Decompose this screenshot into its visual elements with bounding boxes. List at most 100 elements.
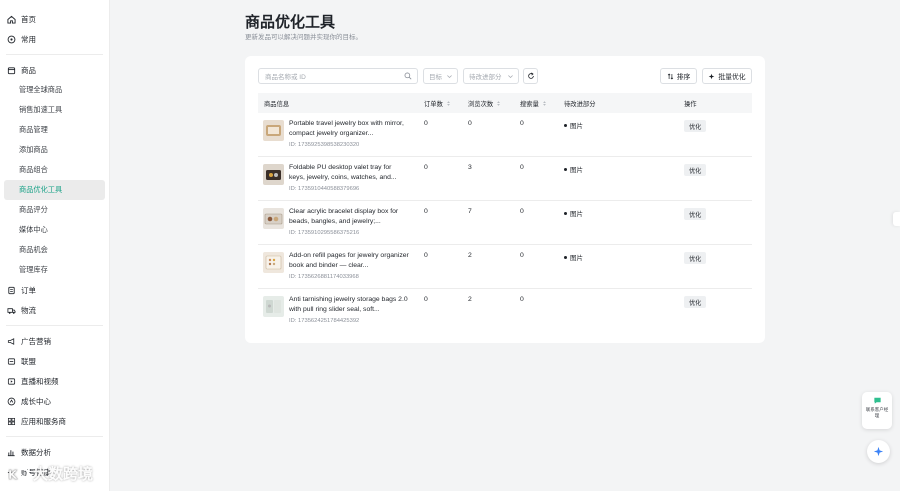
- orders-count: 0: [424, 120, 428, 127]
- column-label: 操作: [684, 100, 697, 108]
- bullet-icon: [564, 123, 567, 127]
- growth-icon: [7, 397, 16, 406]
- order-icon: [7, 286, 16, 295]
- megaphone-icon: [7, 337, 16, 346]
- pending-filter-dropdown[interactable]: 待改进部分: [463, 68, 519, 84]
- sidebar-subitem-product-bundles[interactable]: 商品组合: [0, 160, 109, 180]
- sidebar-subitem-sales-accelerator[interactable]: 销售加速工具: [0, 100, 109, 120]
- search-count: 0: [520, 120, 524, 127]
- product-id: ID: 1735624251784425392: [289, 318, 360, 324]
- sort-arrows-icon: [542, 100, 546, 106]
- truck-icon: [7, 306, 16, 315]
- sidebar-item-label: 应用和服务商: [21, 416, 66, 426]
- improve-item: 图片: [564, 120, 583, 130]
- optimize-button[interactable]: 优化: [684, 164, 707, 176]
- column-header-improve: 待改进部分: [564, 93, 595, 113]
- chart-icon: [7, 448, 16, 457]
- sidebar-item-label: 成长中心: [21, 396, 51, 406]
- product-name[interactable]: Foldable PU desktop valet tray for keys,…: [289, 163, 409, 182]
- column-header-search[interactable]: 搜索量: [520, 93, 547, 113]
- compass-icon: [7, 35, 16, 44]
- product-thumbnail[interactable]: [263, 164, 284, 185]
- sidebar-item-analytics[interactable]: 数据分析: [0, 442, 109, 462]
- sidebar-subitem-optimization-tool[interactable]: 商品优化工具: [4, 180, 105, 200]
- pending-filter-label: 待改进部分: [469, 74, 502, 81]
- product-icon: [7, 66, 16, 75]
- optimize-button[interactable]: 优化: [684, 296, 707, 308]
- table-row: Add-on refill pages for jewelry organize…: [258, 245, 752, 289]
- product-name[interactable]: Portable travel jewelry box with mirror,…: [289, 119, 409, 138]
- sidebar-subitem-media-center[interactable]: 媒体中心: [0, 220, 109, 240]
- product-id: ID: 1735910440588379696: [289, 186, 360, 192]
- sidebar-item-marketing[interactable]: 广告营销: [0, 331, 109, 351]
- product-id: ID: 1735925398538230320: [289, 142, 360, 148]
- improve-item: 图片: [564, 252, 583, 262]
- table-row: Anti tarnishing jewelry storage bags 2.0…: [258, 289, 752, 333]
- orders-count: 0: [424, 252, 428, 259]
- sidebar-subitem-product-rating[interactable]: 商品评分: [0, 200, 109, 220]
- search-placeholder: 商品名称或 ID: [265, 74, 306, 81]
- sidebar-subitem-manage-inventory[interactable]: 管理库存: [0, 260, 109, 280]
- search-count: 0: [520, 164, 524, 171]
- views-count: 7: [468, 208, 472, 215]
- goal-filter-label: 目标: [429, 74, 442, 81]
- bulk-optimize-button[interactable]: 批量优化: [702, 68, 752, 84]
- affiliate-icon: [7, 357, 16, 366]
- product-thumbnail[interactable]: [263, 120, 284, 141]
- column-header-orders[interactable]: 订单数: [424, 93, 451, 113]
- optimize-button[interactable]: 优化: [684, 252, 707, 264]
- sort-button[interactable]: 排序: [660, 68, 697, 84]
- search-count: 0: [520, 296, 524, 303]
- orders-count: 0: [424, 296, 428, 303]
- sidebar-subitem-product-management[interactable]: 商品管理: [0, 120, 109, 140]
- product-thumbnail[interactable]: [263, 208, 284, 229]
- sidebar-subitem-add-product[interactable]: 添加商品: [0, 140, 109, 160]
- sidebar-item-label: 直播和视频: [21, 376, 59, 386]
- ai-assistant-button[interactable]: [867, 440, 890, 463]
- home-icon: [7, 15, 16, 24]
- improve-item: 图片: [564, 164, 583, 174]
- optimize-button[interactable]: 优化: [684, 120, 707, 132]
- sidebar-item-logistics[interactable]: 物流: [0, 300, 109, 320]
- divider: [6, 325, 103, 326]
- product-name[interactable]: Clear acrylic bracelet display box for b…: [289, 207, 409, 226]
- sidebar-item-live-video[interactable]: 直播和视频: [0, 371, 109, 391]
- sidebar-item-products[interactable]: 商品: [0, 60, 109, 80]
- optimize-button[interactable]: 优化: [684, 208, 707, 220]
- side-panel-toggle[interactable]: [893, 212, 900, 226]
- sidebar-subitem-product-opportunities[interactable]: 商品机会: [0, 240, 109, 260]
- product-thumbnail[interactable]: [263, 296, 284, 317]
- sidebar-subitem-global-products[interactable]: 管理全球商品: [0, 80, 109, 100]
- apps-icon: [7, 417, 16, 426]
- product-name[interactable]: Anti tarnishing jewelry storage bags 2.0…: [289, 295, 409, 314]
- product-name[interactable]: Add-on refill pages for jewelry organize…: [289, 251, 409, 270]
- search-count: 0: [520, 208, 524, 215]
- sidebar-item-label: 商品: [21, 65, 36, 75]
- reset-filters-button[interactable]: [523, 68, 538, 84]
- product-id: ID: 1735626881174033968: [289, 274, 359, 280]
- goal-filter-dropdown[interactable]: 目标: [423, 68, 458, 84]
- column-header-views[interactable]: 浏览次数: [468, 93, 501, 113]
- sidebar-item-common[interactable]: 常用: [0, 29, 109, 49]
- search-input[interactable]: 商品名称或 ID: [258, 68, 418, 84]
- sort-arrows-icon: [497, 100, 501, 106]
- search-count: 0: [520, 252, 524, 259]
- watermark-logo-icon: K: [8, 467, 29, 482]
- column-label: 浏览次数: [468, 100, 494, 108]
- svg-text:K: K: [8, 468, 18, 482]
- contact-manager-label: 联系客户经理: [865, 407, 889, 418]
- sidebar-item-home[interactable]: 首页: [0, 9, 109, 29]
- sidebar-item-apps[interactable]: 应用和服务商: [0, 411, 109, 431]
- sidebar-item-affiliate[interactable]: 联盟: [0, 351, 109, 371]
- sidebar: 首页 常用 商品 管理全球商品 销售加速工具 商品管理 添加商品 商品组合 商品…: [0, 0, 110, 491]
- contact-manager-widget[interactable]: 联系客户经理: [862, 392, 892, 429]
- refresh-icon: [527, 72, 534, 79]
- main-card: 商品名称或 ID 目标 待改进部分 排序 批量优化 商品信息 订单数 浏览次数 …: [245, 56, 765, 343]
- improve-label: 图片: [570, 211, 583, 218]
- chat-icon: [873, 397, 881, 404]
- product-thumbnail[interactable]: [263, 252, 284, 273]
- sidebar-item-orders[interactable]: 订单: [0, 280, 109, 300]
- orders-count: 0: [424, 164, 428, 171]
- sparkle-icon: [709, 73, 715, 79]
- sidebar-item-growth[interactable]: 成长中心: [0, 391, 109, 411]
